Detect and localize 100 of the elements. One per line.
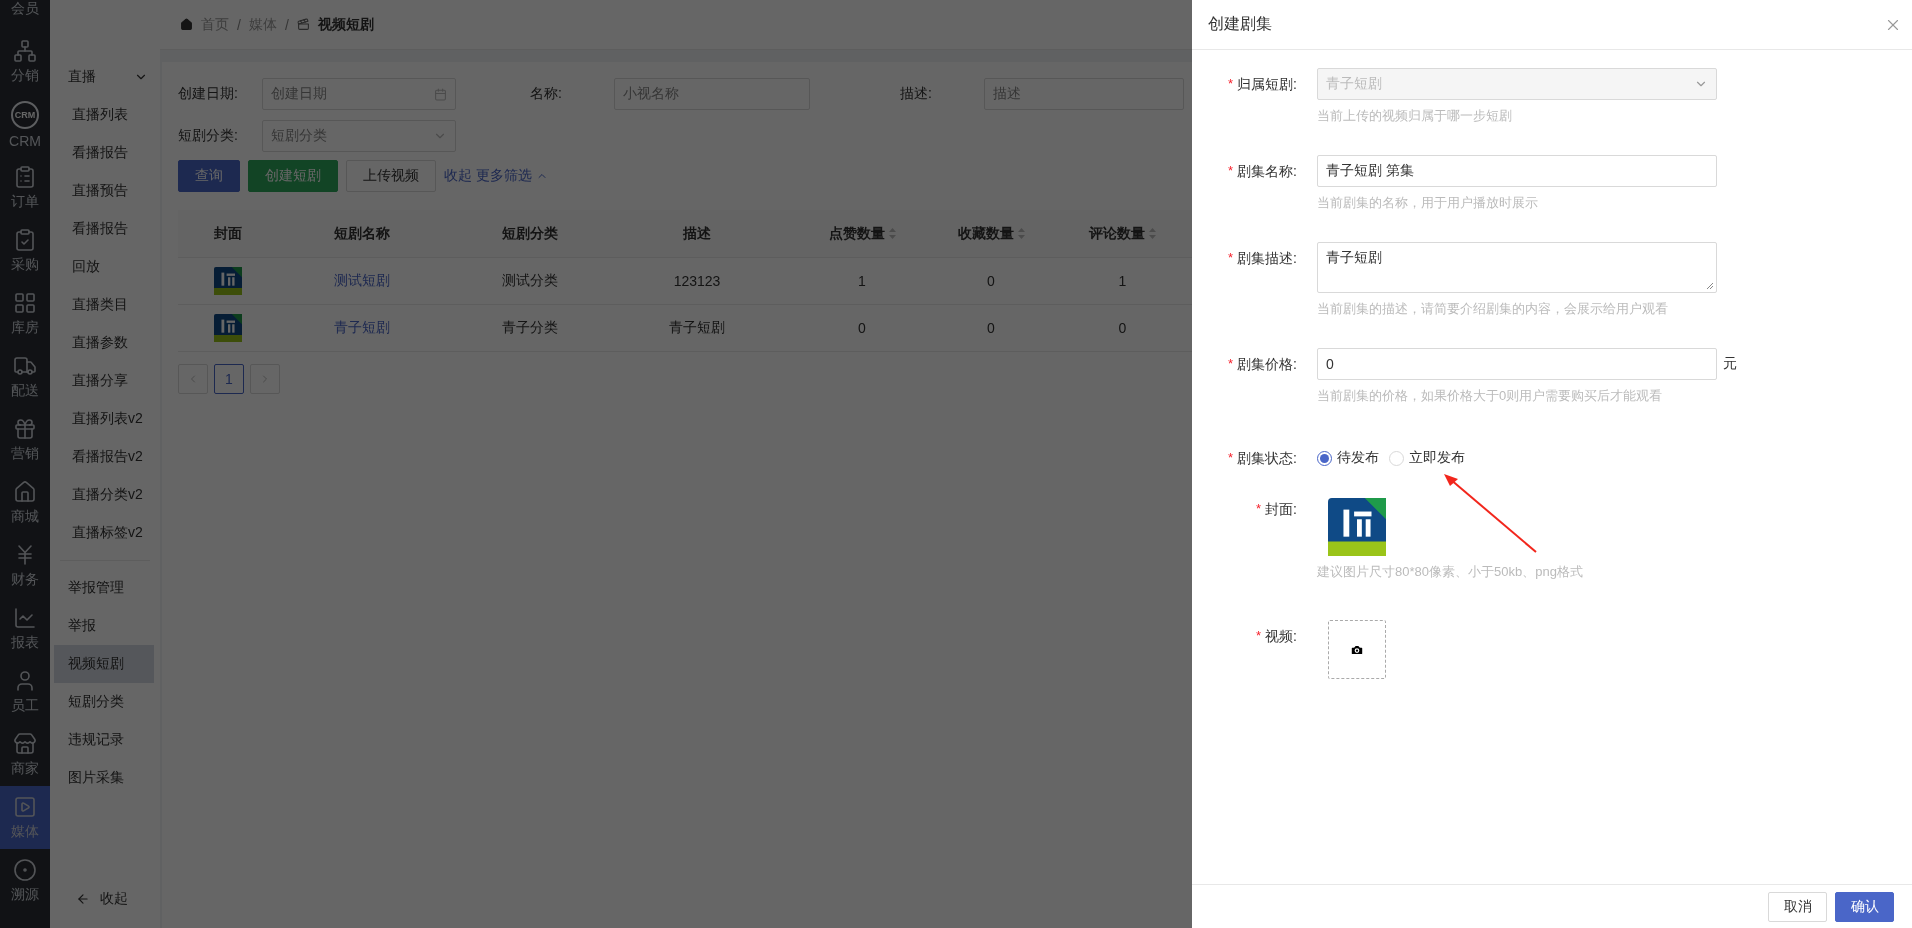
footer-button[interactable]: 确认 — [1835, 891, 1894, 922]
column-header: 封面 — [213, 224, 243, 243]
submenu-item[interactable]: 直播预告 — [54, 172, 154, 210]
required-mark: * — [1228, 162, 1234, 180]
sidebar-item[interactable]: 报表 — [0, 597, 50, 660]
store-icon — [13, 731, 37, 756]
action-button[interactable]: 上传视频 — [346, 160, 436, 192]
column-header: 收藏数量 — [942, 224, 1040, 243]
filter-label: 名称: — [530, 85, 563, 103]
submenu-group[interactable]: 直播 — [50, 58, 160, 96]
help-text: 当前剧集的价格，如果价格大于0则用户需要购买后才能观看 — [1317, 387, 1664, 405]
help-text: 当前剧集的名称，用于用户播放时展示 — [1317, 194, 1539, 212]
sidebar-item[interactable]: 库房 — [0, 282, 50, 345]
submenu-item[interactable]: 直播参数 — [54, 324, 154, 362]
submenu-item[interactable]: 视频短剧 — [54, 645, 154, 683]
filter-label: 短剧分类: — [178, 127, 239, 145]
column-header: 点赞数量 — [782, 224, 942, 243]
table-cell-text: 0 — [1117, 320, 1128, 336]
field-label: 剧集状态: — [1237, 449, 1297, 467]
house-icon — [13, 479, 37, 504]
submenu-item[interactable]: 看播报告 — [54, 134, 154, 172]
breadcrumb-separator: / — [284, 16, 289, 33]
page-button[interactable]: 1 — [214, 364, 244, 394]
required-mark: * — [1256, 500, 1262, 518]
table-cell-text: 青子短剧 — [668, 319, 726, 337]
required-mark: * — [1228, 355, 1234, 373]
crm-icon: CRM — [11, 100, 39, 129]
field-label: 视频: — [1265, 627, 1297, 645]
play-icon — [13, 794, 37, 819]
series-name-link[interactable]: 青子短剧 — [278, 319, 482, 337]
upload-area[interactable] — [1328, 620, 1386, 679]
breadcrumb-item[interactable]: 视频短剧 — [317, 15, 374, 34]
submenu-item[interactable]: 直播分类v2 — [54, 476, 154, 514]
sidebar-item[interactable]: 商家 — [0, 723, 50, 786]
submenu-item[interactable]: 回放 — [54, 248, 154, 286]
field-label: 剧集描述: — [1237, 249, 1297, 267]
sidebar-item[interactable]: 商城 — [0, 471, 50, 534]
sidebar-item[interactable]: 采购 — [0, 219, 50, 282]
required-mark: * — [1228, 75, 1234, 93]
required-mark: * — [1228, 449, 1234, 467]
submenu-item[interactable]: 直播标签v2 — [54, 514, 154, 552]
help-text: 当前剧集的描述，请简要介绍剧集的内容，会展示给用户观看 — [1317, 300, 1669, 318]
input-field[interactable]: 青子短剧 第集 — [1317, 155, 1717, 187]
submenu-item[interactable]: 直播列表 — [54, 96, 154, 134]
submenu-item[interactable]: 直播分享 — [54, 362, 154, 400]
table-cell-text: 0 — [986, 320, 996, 336]
list-icon — [13, 164, 37, 189]
sort-icon — [888, 228, 896, 239]
submenu-item[interactable]: 图片采集 — [54, 759, 154, 797]
chart-icon — [13, 605, 37, 630]
table-cell-text: 123123 — [672, 273, 722, 289]
table-cell-text: 1 — [857, 273, 867, 289]
table-cell-text: 测试分类 — [501, 272, 559, 290]
series-name-link[interactable]: 测试短剧 — [278, 272, 482, 290]
required-mark: * — [1256, 627, 1262, 645]
gift-icon — [13, 416, 37, 441]
action-button[interactable]: 查询 — [178, 160, 240, 192]
table-cell-text: 青子分类 — [501, 319, 559, 337]
house-icon — [180, 18, 193, 31]
network-icon — [13, 38, 37, 63]
filter-label: 创建日期: — [178, 85, 239, 103]
submenu-item[interactable]: 看播报告v2 — [54, 438, 154, 476]
grid-icon — [13, 290, 37, 315]
submenu-item[interactable]: 直播类目 — [54, 286, 154, 324]
input-field[interactable]: 0 — [1317, 348, 1717, 380]
filter-label: 描述: — [900, 85, 933, 103]
sidebar-item[interactable]: CRM CRM — [0, 93, 50, 156]
filter-toggle-link[interactable]: 收起 更多筛选 — [444, 167, 548, 185]
sort-icon — [1017, 228, 1025, 239]
field-label: 归属短剧: — [1237, 75, 1297, 93]
action-button[interactable]: 创建短剧 — [248, 160, 338, 192]
table-cell-text: 1 — [1117, 273, 1128, 289]
submenu-item[interactable]: 短剧分类 — [54, 683, 154, 721]
submenu-item[interactable]: 看播报告 — [54, 210, 154, 248]
target-icon — [13, 857, 37, 882]
sort-icon — [1149, 228, 1156, 239]
drawer-title: 创建剧集 — [1208, 14, 1272, 34]
field-label: 剧集价格: — [1237, 355, 1297, 373]
textarea-field[interactable]: 青子短剧 — [1317, 242, 1717, 293]
column-header: 短剧分类 — [501, 224, 559, 243]
calendar-icon — [434, 87, 447, 101]
radio-option[interactable]: 立即发布 — [1389, 449, 1465, 467]
resize-handle-icon[interactable] — [1706, 282, 1714, 290]
sidebar-item[interactable]: 会员 — [0, 0, 50, 30]
sidebar-item[interactable]: 员工 — [0, 660, 50, 723]
collapse-button[interactable]: 收起 — [50, 890, 160, 928]
field-label: 封面: — [1265, 500, 1297, 518]
unit-label: 元 — [1723, 355, 1737, 373]
help-text: 建议图片尺寸80*80像素、小于50kb、png格式 — [1317, 563, 1584, 581]
submenu-item[interactable]: 举报 — [54, 607, 154, 645]
radio-option[interactable]: 待发布 — [1317, 449, 1379, 467]
table-cell-text: 0 — [986, 273, 996, 289]
footer-button[interactable]: 取消 — [1768, 891, 1827, 922]
sidebar-item[interactable]: 财务 — [0, 534, 50, 597]
clapperboard-icon — [296, 18, 310, 31]
submenu-item[interactable]: 违规记录 — [54, 721, 154, 759]
submenu-item[interactable]: 举报管理 — [54, 569, 154, 607]
required-mark: * — [1228, 249, 1234, 267]
field-label: 剧集名称: — [1237, 162, 1297, 180]
submenu-item[interactable]: 直播列表v2 — [54, 400, 154, 438]
